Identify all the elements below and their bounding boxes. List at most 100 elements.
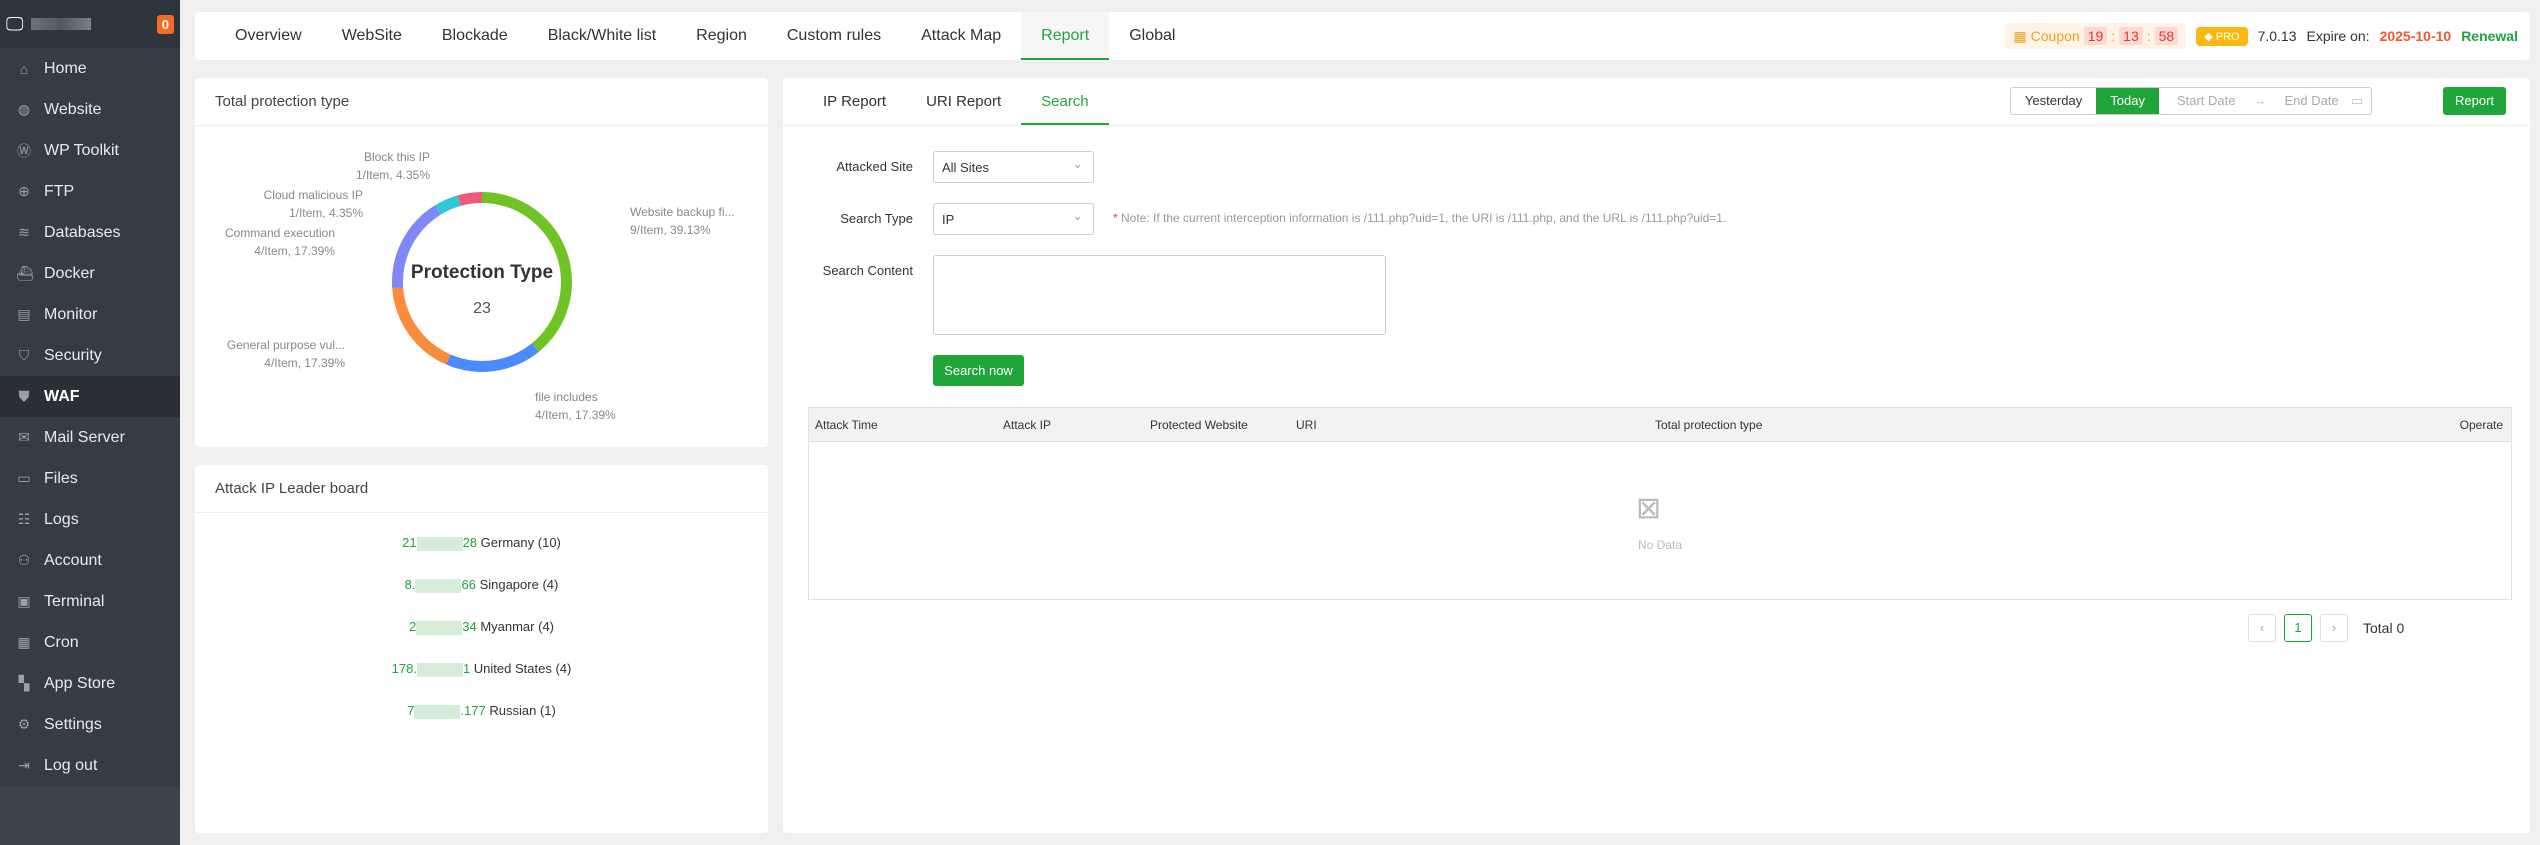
tab-report[interactable]: Report <box>1021 12 1110 60</box>
search-now-button[interactable]: Search now <box>933 355 1024 386</box>
donut-center-title: Protection Type <box>410 262 554 283</box>
tab-black-white-list[interactable]: Black/White list <box>528 12 676 60</box>
column-header[interactable]: URI <box>1296 418 1317 432</box>
tab-uri-report[interactable]: URI Report <box>906 78 1021 125</box>
table-header: Attack Time Attack IP Protected Website URI… <box>809 408 2511 442</box>
coupon-badge[interactable]: ▦ Coupon 19:13:58 <box>2005 23 2187 49</box>
terminal-icon: ▣ <box>17 593 31 609</box>
slice-label: Block this IP 1/Item, 4.35% <box>355 150 430 182</box>
sidebar-item-monitor[interactable]: ▤ Monitor <box>0 294 180 335</box>
donut-slice[interactable] <box>392 287 451 365</box>
donut-slice[interactable] <box>457 192 482 206</box>
next-page-button[interactable]: › <box>2320 614 2348 642</box>
docker-icon: ⛴ <box>16 265 34 281</box>
attack-count: (4) <box>542 577 559 592</box>
sidebar-item-cron[interactable]: ▦ Cron <box>0 622 180 663</box>
attacked-site-select[interactable]: All Sites <box>933 151 1094 183</box>
renewal-link[interactable]: Renewal <box>2461 28 2518 44</box>
today-button[interactable]: Today <box>2096 88 2159 114</box>
cron-icon: ▦ <box>17 634 31 650</box>
attack-ip[interactable]: 21 28 <box>402 535 477 551</box>
tab-attack-map[interactable]: Attack Map <box>901 12 1021 60</box>
search-content-label: Search Content <box>822 263 913 278</box>
attack-ip[interactable]: 8. 66 <box>405 577 476 593</box>
search-content-textarea[interactable] <box>933 255 1386 335</box>
sidebar-item-app-store[interactable]: ▚ App Store <box>0 663 180 704</box>
notification-badge[interactable]: 0 <box>156 14 174 34</box>
column-header: Operate <box>2459 418 2503 432</box>
attack-count: (10) <box>537 535 561 550</box>
tab-ip-report[interactable]: IP Report <box>803 78 906 125</box>
ftp-icon: ⊕ <box>18 183 30 199</box>
slice-label: Cloud malicious IP 1/Item, 4.35% <box>263 188 363 220</box>
sidebar-item-label: Security <box>44 346 102 364</box>
page-1-button[interactable]: 1 <box>2284 614 2312 642</box>
sidebar-item-label: FTP <box>44 182 75 200</box>
attack-ip[interactable]: 7.177 <box>407 703 486 719</box>
slice-label: file includes 4/Item, 17.39% <box>535 390 616 422</box>
monitor-icon: ▤ <box>17 306 31 322</box>
country: Singapore <box>479 577 539 592</box>
column-header[interactable]: Attack Time <box>815 418 878 432</box>
sidebar-item-waf[interactable]: ⛊ WAF <box>0 376 180 417</box>
sidebar-item-security[interactable]: ⛉ Security <box>0 335 180 376</box>
tab-website[interactable]: WebSite <box>322 12 422 60</box>
sidebar-item-logs[interactable]: ☷ Logs <box>0 499 180 540</box>
sidebar-item-wp-toolkit[interactable]: Ⓦ WP Toolkit <box>0 130 180 171</box>
sidebar-item-ftp[interactable]: ⊕ FTP <box>0 171 180 212</box>
search-type-select[interactable]: IP <box>933 203 1094 235</box>
attack-count: (4) <box>538 619 555 634</box>
sidebar-item-terminal[interactable]: ▣ Terminal <box>0 581 180 622</box>
column-header[interactable]: Attack IP <box>1003 418 1051 432</box>
security-icon: ⛉ <box>18 347 30 363</box>
databases-icon: ≋ <box>18 224 30 240</box>
ticket-icon: ▦ <box>2013 27 2027 44</box>
report-button[interactable]: Report <box>2443 87 2506 115</box>
attack-ip[interactable]: 2 34 <box>409 619 477 635</box>
sidebar-item-files[interactable]: ▭ Files <box>0 458 180 499</box>
search-note: * Note: If the current interception info… <box>1113 211 1727 225</box>
no-data-text: No Data <box>1637 538 1683 552</box>
donut-slice[interactable] <box>446 343 539 372</box>
sidebar-item-mail-server[interactable]: ✉ Mail Server <box>0 417 180 458</box>
tab-blockade[interactable]: Blockade <box>422 12 528 60</box>
sidebar-item-home[interactable]: ⌂ Home <box>0 48 180 89</box>
pro-badge: ◆ PRO <box>2196 26 2248 46</box>
sidebar-item-docker[interactable]: ⛴ Docker <box>0 253 180 294</box>
end-date-input[interactable]: End Date <box>2267 88 2351 114</box>
column-header[interactable]: Total protection type <box>1655 418 1762 432</box>
sidebar-item-label: Logs <box>44 510 79 528</box>
sidebar-item-account[interactable]: ⚇ Account <box>0 540 180 581</box>
sidebar-item-log-out[interactable]: ⇥ Log out <box>0 745 180 786</box>
sidebar-item-settings[interactable]: ⚙ Settings <box>0 704 180 745</box>
sidebar: 🖵 0 ⌂ Home ◍ Website Ⓦ WP Toolkit ⊕ FTP ≋ Databas… <box>0 0 180 845</box>
tab-region[interactable]: Region <box>676 12 767 60</box>
sidebar-item-website[interactable]: ◍ Website <box>0 89 180 130</box>
start-date-input[interactable]: Start Date <box>2159 88 2254 114</box>
tab-overview[interactable]: Overview <box>215 12 322 60</box>
card-title: Total protection type <box>195 78 768 126</box>
log-out-icon: ⇥ <box>18 757 30 773</box>
sidebar-item-label: Log out <box>44 756 98 774</box>
waf-icon: ⛊ <box>18 388 30 404</box>
leaderboard-card: Attack IP Leader board 21 28 Germany (10)… <box>195 465 768 833</box>
total-count: Total 0 <box>2363 620 2405 636</box>
coupon-label: Coupon <box>2030 28 2080 44</box>
files-icon: ▭ <box>17 470 31 486</box>
prev-page-button[interactable]: ‹ <box>2248 614 2276 642</box>
sidebar-item-label: Files <box>44 469 78 487</box>
yesterday-button[interactable]: Yesterday <box>2011 88 2096 114</box>
hostname-masked <box>31 18 92 30</box>
sidebar-item-databases[interactable]: ≋ Databases <box>0 212 180 253</box>
countdown-seconds: 58 <box>2154 27 2179 45</box>
top-nav: Overview WebSite Blockade Black/White list R… <box>195 12 2530 60</box>
tab-search[interactable]: Search <box>1021 78 1109 125</box>
search-type-label: Search Type <box>840 211 913 226</box>
attack-ip[interactable]: 178. 1 <box>392 661 470 677</box>
tab-custom-rules[interactable]: Custom rules <box>767 12 901 60</box>
column-header[interactable]: Protected Website <box>1150 418 1248 432</box>
country: Russian <box>489 703 537 718</box>
leaderboard-row: 178. 1 United States (4) <box>195 645 768 687</box>
home-icon: ⌂ <box>19 60 29 77</box>
tab-global[interactable]: Global <box>1109 12 1195 60</box>
